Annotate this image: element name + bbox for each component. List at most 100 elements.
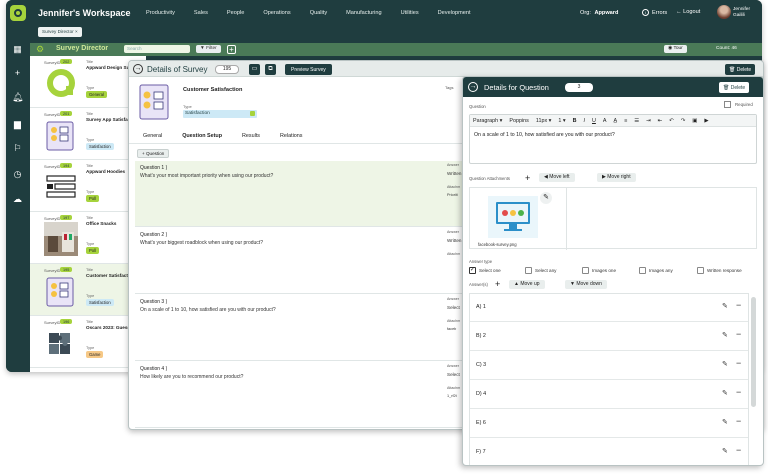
plus-icon[interactable]: + [12,68,23,78]
minus-icon[interactable]: − [736,416,741,426]
grid-icon[interactable]: ▦ [12,44,23,54]
add-question-button[interactable]: + Question [137,149,170,158]
bell-icon[interactable]: 🔔︎ [12,92,23,102]
running-icon[interactable]: ⚐ [12,143,23,153]
required-checkbox[interactable] [724,101,731,108]
bold-icon[interactable]: B [573,118,577,124]
written-response-checkbox[interactable] [697,267,704,274]
pencil-icon[interactable]: ✎ [722,389,728,397]
minus-icon[interactable]: − [736,329,741,339]
attachment-value: Prioriti [447,193,458,197]
highlight-icon[interactable]: A̲ [614,118,618,124]
images-one-checkbox[interactable] [582,267,589,274]
move-up-button[interactable]: ▲ Move up [509,280,545,289]
appward-logo-icon[interactable] [10,5,26,21]
question-editor[interactable]: Paragraph ▾ Poppins 11px ▾ 1 ▾ B I U A A… [469,114,757,164]
outdent-icon[interactable]: ⇤ [658,118,663,124]
block-format-select[interactable]: Paragraph ▾ [473,118,502,124]
errors-button[interactable]: i Errors [642,9,667,16]
select-one-checkbox[interactable]: ✓ [469,267,476,274]
text-color-icon[interactable]: A [603,118,607,124]
pencil-icon[interactable]: ✎ [722,302,728,310]
nav-item-operations[interactable]: Operations [263,10,290,16]
image-icon[interactable]: ▣ [692,118,697,124]
undo-icon[interactable]: ↶ [669,118,674,124]
nav-item-sales[interactable]: Sales [194,10,208,16]
question-text: What's your biggest roadblock when using… [140,240,263,246]
answer-row[interactable]: E) 6 ✎ − [470,410,748,438]
images-any-checkbox[interactable] [639,267,646,274]
add-survey-button[interactable]: + [227,44,236,54]
answer-row[interactable]: D) 4 ✎ − [470,381,748,409]
answers-scrollbar[interactable] [751,297,756,407]
question-row[interactable]: Question 2 ) What's your biggest roadblo… [135,228,465,294]
move-down-button[interactable]: ▼ Move down [565,280,607,289]
nav-item-utilities[interactable]: Utilities [401,10,419,16]
survey-name[interactable]: Customer Satisfaction [183,87,242,93]
question-text: What's your most important priority when… [140,173,274,179]
pencil-icon[interactable]: ✎ [722,447,728,455]
delete-question-button[interactable]: 🗑︎ Delete [719,82,750,93]
plus-icon: + [142,151,145,156]
filter-button[interactable]: ▼ Filter [196,45,221,53]
question-text[interactable]: On a scale of 1 to 10, how satisfied are… [474,132,615,138]
pencil-icon[interactable]: ✎ [722,360,728,368]
search-input[interactable]: Search [124,45,190,53]
line-height-select[interactable]: 1 ▾ [558,118,565,124]
clock-icon[interactable]: ◷ [12,169,23,179]
font-select[interactable]: Poppins [509,118,528,124]
nav-item-productivity[interactable]: Productivity [146,10,175,16]
answer-row[interactable]: C) 3 ✎ − [470,352,748,380]
underline-icon[interactable]: U [592,118,596,124]
logout-button[interactable]: ← Logout [676,9,700,15]
add-answer-button[interactable]: + [495,279,500,289]
list-icon[interactable]: ☰ [634,118,639,124]
type-select[interactable]: Satisfaction [183,110,257,118]
align-left-icon[interactable]: ≡ [624,118,627,124]
folder-icon[interactable]: ▭ [249,64,260,75]
chat-icon[interactable]: ▆ [12,119,23,129]
nav-item-manufacturing[interactable]: Manufacturing [346,10,381,16]
copy-icon[interactable]: ⧉ [265,64,276,75]
panel-title: Details of Survey [147,65,208,74]
indent-icon[interactable]: ⇥ [646,118,651,124]
avatar[interactable] [717,5,731,19]
select-any-checkbox[interactable] [525,267,532,274]
minus-icon[interactable]: − [736,358,741,368]
arrow-right-icon[interactable]: → [133,64,143,74]
italic-icon[interactable]: I [583,118,585,124]
answer-row[interactable]: B) 2 ✎ − [470,323,748,351]
tab-survey-director[interactable]: Survey Director × [38,27,82,37]
question-number: Question 3 ) [140,299,168,305]
answer-row[interactable]: A) 1 ✎ − [470,294,748,322]
pencil-icon[interactable]: ✎ [722,331,728,339]
nav-item-people[interactable]: People [227,10,244,16]
move-right-button[interactable]: ▶ Move right [597,173,636,182]
nav-item-development[interactable]: Development [438,10,471,16]
delete-label: Delete [736,66,752,73]
minus-icon[interactable]: − [736,387,741,397]
attachment-thumbnail[interactable] [488,196,538,238]
answer-row[interactable]: F) 7 ✎ − [470,439,748,465]
add-attachment-button[interactable]: + [525,173,530,183]
minus-icon[interactable]: − [736,300,741,310]
preview-survey-button[interactable]: Preview Survey [285,64,332,75]
delete-survey-button[interactable]: 🗑︎ Delete [725,64,756,75]
arrow-right-icon[interactable]: → [468,82,478,92]
org-indicator[interactable]: Org: Appward [580,10,618,16]
font-size-select[interactable]: 11px ▾ [536,118,552,124]
nav-item-quality[interactable]: Quality [310,10,327,16]
cloud-upload-icon[interactable]: ☁ [12,194,23,204]
question-row[interactable]: Question 3 ) On a scale of 1 to 10, how … [135,295,465,361]
minus-icon[interactable]: − [736,445,741,455]
video-icon[interactable]: ▶ [704,118,708,124]
pencil-icon[interactable]: ✎ [722,418,728,426]
close-icon[interactable]: × [75,29,78,34]
survey-image[interactable] [139,83,169,121]
question-row[interactable]: Question 4 ) How likely are you to recom… [135,362,465,428]
edit-attachment-icon[interactable]: ✎ [540,192,552,204]
move-left-button[interactable]: ◀ Move left [539,173,575,182]
question-row[interactable]: Question 1 ) What's your most important … [135,161,465,227]
redo-icon[interactable]: ↷ [681,118,686,124]
tour-button[interactable]: ◉ Tour [664,45,687,53]
